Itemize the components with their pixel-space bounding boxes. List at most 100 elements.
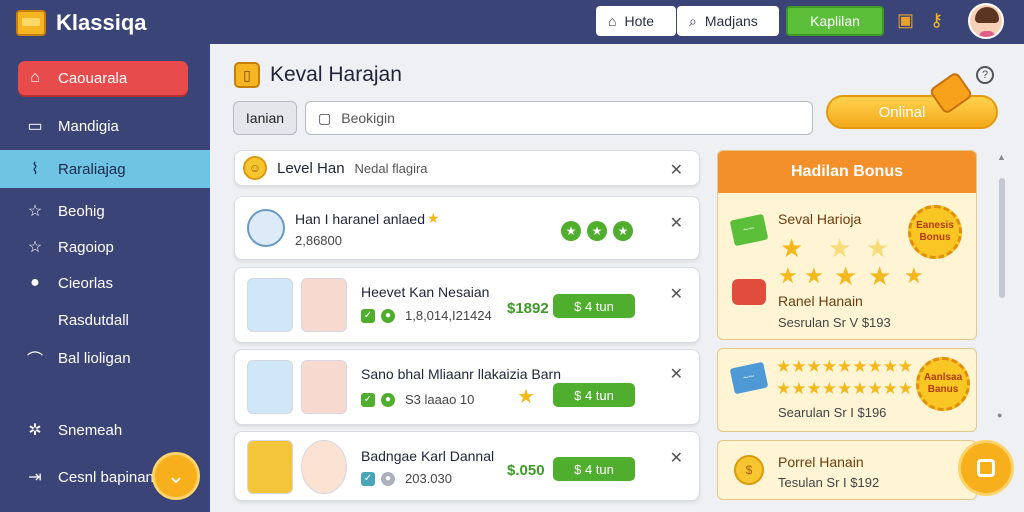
price: $1892 — [507, 300, 549, 317]
sidebar-item-label: Snemeah — [58, 421, 123, 439]
character-thumbnail — [247, 278, 293, 332]
close-icon[interactable]: ✕ — [670, 448, 683, 468]
shop-thumbnail — [247, 440, 293, 494]
sidebar: Klassiqa ⌂ Caouarala ▭ Mandigia ⌇ Rarali… — [0, 0, 210, 512]
star-outline-icon: ☆ — [27, 239, 43, 256]
floating-action-button[interactable] — [958, 440, 1014, 496]
sidebar-item-label: Cieorlas — [58, 274, 114, 292]
chest-logo-icon — [16, 10, 46, 36]
sidebar-item-rewards[interactable]: ☆ Ragoiop — [0, 230, 210, 264]
app-name: Klassiqa — [56, 10, 147, 35]
logout-icon: ⇥ — [28, 469, 42, 486]
sidebar-item-stats[interactable]: ⌇ Raraliajag — [0, 150, 210, 188]
character-thumbnail — [301, 440, 347, 494]
filter-button[interactable]: Ianian — [233, 101, 297, 135]
home-button-label: Hote — [624, 13, 655, 29]
shield-icon: ✓ — [361, 472, 375, 486]
scroll-down-icon[interactable]: ● — [997, 410, 1002, 420]
scrollbar[interactable]: ▲ ● — [994, 150, 1010, 430]
item-icon — [247, 209, 285, 247]
badge-icon: ● — [381, 309, 395, 323]
sidebar-item-shop[interactable]: ⌒ Bal lioligan — [0, 341, 210, 375]
row-sub: S3 laaao 10 — [405, 392, 475, 407]
close-icon[interactable]: ✕ — [670, 160, 683, 180]
star-icon: ★ — [778, 263, 798, 288]
sidebar-item-profile[interactable]: ● Cieorlas — [0, 266, 210, 300]
help-icon[interactable]: ? — [976, 66, 994, 84]
bonus-card[interactable]: ~~ ★★★★★★★★★ ★★★★★★★★★ Aanlsaa Banus Sea… — [717, 348, 977, 432]
box-icon[interactable]: ▣ — [897, 10, 914, 31]
home-button[interactable]: ⌂ Hote — [596, 6, 676, 36]
bonus-seal: Aanlsaa Banus — [916, 357, 970, 411]
primary-action-label: Kaplilan — [810, 13, 860, 29]
star-icon: ★ — [904, 263, 924, 288]
wallet-icon: ▭ — [27, 118, 43, 135]
bonus-seal: Eanesis Bonus — [908, 205, 962, 259]
character-thumbnail — [247, 360, 293, 414]
user-icon: ● — [30, 274, 40, 291]
buy-button[interactable]: $ 4 tun — [553, 457, 635, 481]
bonus-card[interactable]: $ Porrel Hanain Tesulan Sr I $192 — [717, 440, 977, 500]
list-item[interactable]: Sano bhal Mliaanr llakaizia Barn ✓ ● S3 … — [234, 349, 700, 425]
search-button[interactable]: ⌕ Madjans — [677, 6, 779, 36]
bonus-sub: Sesrulan Sr V $193 — [778, 315, 891, 330]
shield-icon: ✓ — [361, 309, 375, 323]
scroll-thumb[interactable] — [999, 178, 1005, 298]
bag-icon — [732, 279, 766, 305]
sidebar-item-label: Cesnl bapinan — [58, 468, 154, 486]
bonus-sub: Tesulan Sr I $192 — [778, 475, 880, 490]
row-name: Sano bhal Mliaanr llakaizia Barn — [361, 366, 561, 382]
row-name: Han I haranel anlaed — [295, 211, 425, 227]
star-icon: ★ — [834, 261, 858, 291]
close-icon[interactable]: ✕ — [670, 364, 683, 384]
star-outline-icon: ☆ — [27, 203, 43, 220]
bonus-panel: Hadilan Bonus ~~ Seval Harioja ★ ★ ★ ★ ★… — [717, 150, 977, 340]
gear-icon: ✲ — [28, 422, 42, 439]
bonus-sub: Searulan Sr I $196 — [778, 405, 887, 420]
page-title: Keval Harajan — [270, 63, 402, 86]
optional-button[interactable]: Onlinal — [826, 95, 998, 129]
flag-icon: ~~ — [729, 361, 769, 395]
star-icon: ★ — [804, 263, 824, 288]
star-icon: ★ — [517, 386, 535, 408]
sidebar-item-label: Raraliajag — [58, 160, 126, 178]
badge-icon: ● — [381, 472, 395, 486]
bag-icon: ⌒ — [26, 352, 43, 369]
sidebar-item-label: Mandigia — [58, 117, 119, 135]
sidebar-item-sub[interactable]: Rasdutdall — [0, 303, 210, 337]
sidebar-item-home[interactable]: ⌂ Caouarala — [18, 61, 188, 95]
star-icon: ★ — [427, 210, 440, 226]
search-bar: ▢ — [305, 101, 813, 135]
row-sub: 2,86800 — [295, 233, 342, 248]
row-sub: 1,8,014,I21424 — [405, 308, 492, 323]
close-icon[interactable]: ✕ — [670, 213, 683, 233]
close-icon[interactable]: ✕ — [670, 284, 683, 304]
primary-action-button[interactable]: Kaplilan — [786, 6, 884, 36]
star-icon: ★★★★★★★★★ — [776, 379, 914, 398]
sidebar-item-label: Rasdutdall — [58, 311, 129, 329]
row-name: Heevet Kan Nesaian — [361, 284, 490, 300]
sidebar-expand-button[interactable]: ⌄ — [152, 452, 200, 500]
avatar[interactable] — [968, 3, 1004, 39]
search-input[interactable] — [341, 110, 782, 126]
list-item[interactable]: Heevet Kan Nesaian ✓ ● 1,8,014,I21424 $1… — [234, 267, 700, 343]
brand[interactable]: Klassiqa — [16, 8, 147, 38]
star-icon: ★ — [828, 233, 852, 263]
list-item[interactable]: Badngae Karl Dannal ✓ ● 203.030 $.050 $ … — [234, 431, 700, 501]
sidebar-item-wallet[interactable]: ▭ Mandigia — [0, 109, 210, 143]
sidebar-item-star[interactable]: ☆ Beohig — [0, 194, 210, 228]
sidebar-item-settings[interactable]: ✲ Snemeah — [0, 413, 210, 447]
row-sub: 203.030 — [405, 471, 452, 486]
buy-button[interactable]: $ 4 tun — [553, 383, 635, 407]
level-subtitle: Nedal flagira — [354, 160, 428, 176]
star-icon: ★ — [868, 261, 892, 291]
scroll-up-icon[interactable]: ▲ — [997, 152, 1006, 162]
square-icon — [977, 459, 995, 477]
list-item[interactable]: Han I haranel anlaed ★ 2,86800 ★ ★ ★ ✕ — [234, 196, 700, 260]
home-icon: ⌂ — [30, 69, 40, 86]
buy-button[interactable]: $ 4 tun — [553, 294, 635, 318]
shield-icon: ✓ — [361, 393, 375, 407]
key-icon[interactable]: ⚷ — [930, 10, 943, 31]
level-header: ☺ Level Han Nedal flagira ✕ — [234, 150, 700, 186]
badge-icon: ● — [381, 393, 395, 407]
